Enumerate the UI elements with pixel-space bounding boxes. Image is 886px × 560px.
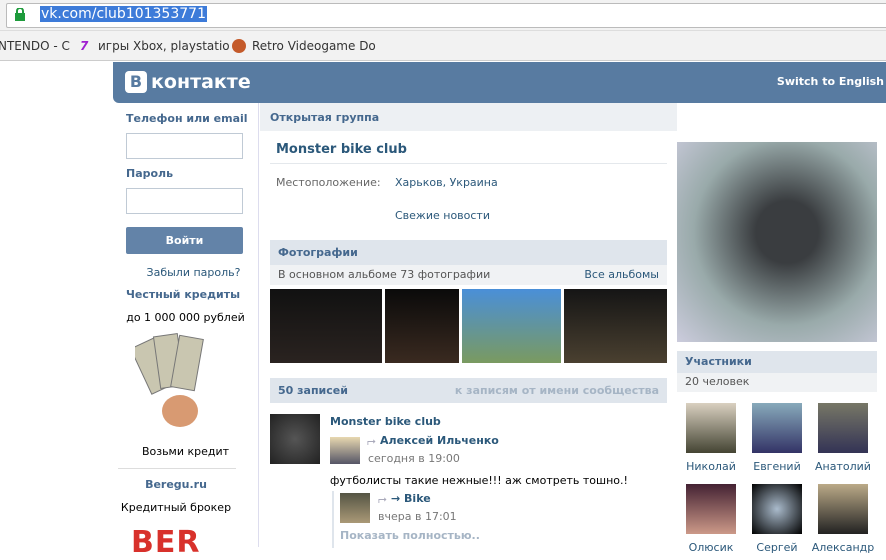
all-albums-link[interactable]: Все альбомы	[584, 268, 659, 281]
lock-icon	[15, 8, 25, 21]
news-link[interactable]: Свежие новости	[395, 209, 490, 222]
photo-thumb[interactable]	[462, 289, 561, 363]
member-name[interactable]: Сергей	[742, 541, 812, 554]
photo-thumb[interactable]	[385, 289, 459, 363]
member-avatar[interactable]	[752, 484, 802, 534]
photos-count: В основном альбоме 73 фотографии	[278, 268, 491, 281]
group-type: Открытая группа	[260, 103, 677, 131]
member-avatar[interactable]	[818, 484, 868, 534]
main-content: Открытая группа Monster bike club Местоп…	[260, 103, 677, 548]
vk-logo[interactable]: Вконтакте	[125, 71, 251, 93]
logo-badge: В	[125, 71, 147, 93]
wall-count[interactable]: 50 записей	[278, 384, 348, 397]
url-text[interactable]: vk.com/club101353771	[40, 6, 207, 22]
switch-language-link[interactable]: Switch to English	[777, 75, 884, 88]
show-more-link[interactable]: Показать полностью..	[340, 529, 480, 542]
community-posts-link[interactable]: к записям от имени сообщества	[455, 384, 659, 397]
group-avatar[interactable]	[270, 414, 320, 464]
logo-text: контакте	[151, 71, 251, 93]
phone-label: Телефон или email	[126, 112, 248, 125]
ad-caption[interactable]: Возьми кредит	[113, 445, 258, 458]
member-name[interactable]: Анатолий	[808, 460, 878, 473]
left-sidebar: Телефон или email Пароль Войти Забыли па…	[113, 103, 259, 560]
repost-time[interactable]: сегодня в 19:00	[368, 452, 460, 465]
repost-author[interactable]: Алексей Ильченко	[380, 434, 499, 447]
member-name[interactable]: Олюсик	[676, 541, 746, 554]
address-bar: vk.com/club101353771	[0, 0, 886, 31]
password-label: Пароль	[126, 167, 174, 180]
wall-header: 50 записей к записям от имени сообщества	[270, 378, 667, 403]
password-input[interactable]	[126, 188, 243, 214]
member-avatar[interactable]	[686, 403, 736, 453]
ad-title[interactable]: Beregu.ru	[113, 478, 239, 491]
member-avatar[interactable]	[686, 484, 736, 534]
post-author[interactable]: Monster bike club	[330, 415, 441, 428]
member-name[interactable]: Николай	[676, 460, 746, 473]
login-button[interactable]: Войти	[126, 227, 243, 254]
members-count: 20 человек	[677, 373, 877, 392]
group-photo[interactable]	[677, 142, 877, 342]
bookmark-7-icon: 7	[80, 39, 89, 53]
inner-author[interactable]: → Bike	[391, 492, 431, 505]
photo-thumb[interactable]	[564, 289, 667, 363]
divider	[270, 163, 667, 164]
money-hand-image[interactable]	[135, 333, 217, 433]
phone-input[interactable]	[126, 133, 243, 159]
bookmark[interactable]: игры Xbox, playstatio	[98, 39, 230, 53]
member-avatar[interactable]	[752, 403, 802, 453]
beregu-logo[interactable]: BER	[131, 525, 200, 560]
location-link[interactable]: Харьков, Украина	[395, 176, 498, 189]
share-icon: ⮣	[378, 492, 387, 505]
bookmark[interactable]: NTENDO - C	[0, 39, 70, 53]
bookmark[interactable]: Retro Videogame Do	[252, 39, 376, 53]
members-header[interactable]: Участники	[677, 351, 877, 373]
right-column: Участники 20 человек Николай Евгений Ана…	[676, 103, 886, 554]
bookmarks-bar: NTENDO - C 7 игры Xbox, playstatio Retro…	[0, 31, 886, 61]
vk-header: Вконтакте Switch to English	[113, 62, 886, 103]
group-name: Monster bike club	[276, 142, 407, 157]
repost-avatar[interactable]	[330, 437, 360, 464]
member-name[interactable]: Александр	[808, 541, 878, 554]
ad-text: Кредитный брокер	[120, 501, 232, 514]
divider	[118, 468, 236, 469]
inner-time[interactable]: вчера в 17:01	[378, 510, 457, 523]
quote-line	[332, 491, 334, 548]
photo-thumb[interactable]	[270, 289, 382, 363]
forgot-password-link[interactable]: Забыли пароль?	[121, 266, 266, 279]
location-label: Местоположение:	[276, 176, 381, 189]
member-name[interactable]: Евгений	[742, 460, 812, 473]
post-text: футболисты такие нежные!!! аж смотреть т…	[330, 474, 628, 487]
photos-subheader: В основном альбоме 73 фотографии Все альб…	[270, 265, 667, 285]
bookmark-globe-icon	[232, 39, 246, 53]
ad-text: до 1 000 000 рублей	[126, 311, 245, 324]
ad-title[interactable]: Честный кредиты	[126, 288, 240, 301]
photos-header[interactable]: Фотографии	[270, 240, 667, 265]
member-avatar[interactable]	[818, 403, 868, 453]
inner-avatar[interactable]	[340, 493, 370, 523]
